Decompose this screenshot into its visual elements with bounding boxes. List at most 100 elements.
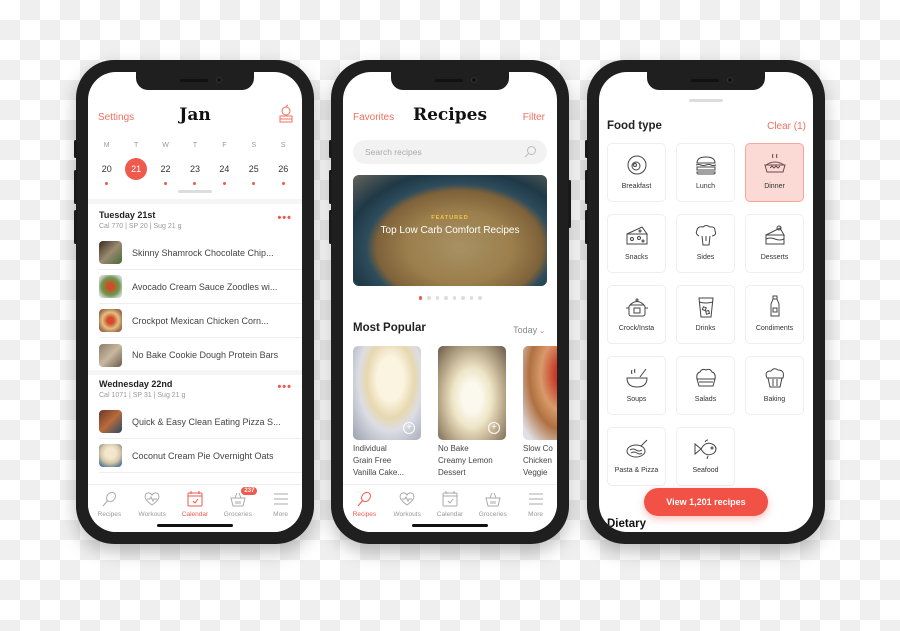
meal-row[interactable]: No Bake Cookie Dough Protein Bars	[99, 338, 302, 372]
food-type-drinks[interactable]: Drinks	[676, 285, 735, 344]
tab-more[interactable]: More	[514, 485, 557, 532]
calendar-header: Settings Jan	[88, 102, 302, 132]
carousel-dot[interactable]	[435, 296, 439, 300]
recipe-card[interactable]: Slow Co Chicken Veggie	[523, 346, 557, 479]
food-type-crock-insta[interactable]: Crock/Insta	[607, 285, 666, 344]
tab-label: Calendar	[436, 511, 464, 518]
date-cell-selected[interactable]: 21	[121, 158, 150, 182]
carousel-dot-active[interactable]	[418, 296, 422, 300]
food-type-baking[interactable]: Baking	[745, 356, 804, 415]
menu-icon	[273, 493, 288, 505]
period-select[interactable]: Today ⌄	[513, 325, 545, 335]
featured-banner[interactable]: FEATURED Top Low Carb Comfort Recipes	[353, 175, 547, 286]
phone-filter: Food type Clear (1) Breakfast Lunch Dinner…	[585, 60, 825, 544]
food-type-label: Crock/Insta	[618, 325, 655, 332]
search-input[interactable]: Search recipes	[353, 140, 547, 164]
volume-down-button	[585, 210, 588, 244]
food-type-pasta-pizza[interactable]: Pasta & Pizza	[607, 427, 666, 486]
tab-label: More	[273, 511, 288, 518]
meal-row[interactable]: Coconut Cream Pie Overnight Oats	[99, 439, 302, 473]
mute-switch	[74, 140, 77, 158]
tab-recipes[interactable]: Recipes	[88, 485, 131, 532]
food-type-label: Snacks	[625, 254, 648, 261]
food-type-salads[interactable]: Salads	[676, 356, 735, 415]
has-meals-dot	[281, 182, 285, 185]
food-type-label: Pasta & Pizza	[614, 467, 659, 474]
recipe-card[interactable]: + Individual Grain Free Vanilla Cake...	[353, 346, 421, 479]
broccoli-icon	[695, 225, 716, 246]
recipe-caption: Individual Grain Free Vanilla Cake...	[353, 444, 404, 477]
home-indicator[interactable]	[412, 524, 488, 527]
food-type-dinner[interactable]: Dinner	[745, 143, 804, 202]
section-title: Most Popular	[353, 322, 426, 334]
date-cell[interactable]: 26	[269, 158, 298, 185]
tab-label: Workouts	[138, 511, 166, 518]
search-placeholder: Search recipes	[365, 147, 422, 157]
recipe-thumbnail	[99, 309, 122, 332]
tab-recipes[interactable]: Recipes	[343, 485, 386, 532]
filter-link[interactable]: Filter	[523, 112, 545, 123]
food-type-soups[interactable]: Soups	[607, 356, 666, 415]
pot-icon	[625, 298, 648, 317]
month-title: Jan	[179, 105, 211, 125]
carousel-pagination[interactable]	[343, 296, 557, 300]
date-cell[interactable]: 20	[92, 158, 121, 185]
meal-row[interactable]: Skinny Shamrock Chocolate Chip...	[99, 236, 302, 270]
carousel-dot[interactable]	[444, 296, 448, 300]
food-type-label: Drinks	[695, 325, 716, 332]
carousel-dot[interactable]	[452, 296, 456, 300]
meal-row[interactable]: Quick & Easy Clean Eating Pizza S...	[99, 405, 302, 439]
food-type-desserts[interactable]: Desserts	[745, 214, 804, 273]
section-divider	[88, 199, 302, 204]
meal-name: Quick & Easy Clean Eating Pizza S...	[132, 416, 281, 427]
filter-screen: Food type Clear (1) Breakfast Lunch Dinner…	[599, 72, 813, 532]
meal-name: Crockpot Mexican Chicken Corn...	[132, 315, 269, 326]
add-recipe-icon[interactable]: +	[403, 422, 415, 434]
day-header: Tuesday 21st Cal 770 | SP 20 | Sug 21 g …	[99, 210, 292, 230]
carousel-dot[interactable]	[478, 296, 482, 300]
home-indicator[interactable]	[157, 524, 233, 527]
heart-pulse-icon	[144, 492, 160, 506]
tab-more[interactable]: More	[259, 485, 302, 532]
apple-books-icon[interactable]	[278, 104, 294, 127]
has-meals-dot	[105, 182, 109, 185]
tab-label: Recipes	[352, 511, 377, 518]
pasta-icon	[626, 439, 647, 458]
food-type-label: Condiments	[755, 325, 794, 332]
search-icon[interactable]	[524, 145, 537, 158]
weekday-label: F	[222, 142, 227, 149]
day-more-button[interactable]: •••	[277, 381, 292, 393]
sheet-drag-handle[interactable]	[689, 99, 723, 102]
meal-name: No Bake Cookie Dough Protein Bars	[132, 350, 279, 360]
date-cell[interactable]: 25	[239, 158, 268, 185]
calendar-drag-handle[interactable]	[178, 190, 212, 193]
recipe-card[interactable]: + No Bake Creamy Lemon Dessert	[438, 346, 506, 479]
phone-recipes: Favorites Recipes Filter Search recipes …	[329, 60, 571, 544]
food-type-condiments[interactable]: Condiments	[745, 285, 804, 344]
day-more-button[interactable]: •••	[277, 212, 292, 224]
carousel-dot[interactable]	[427, 296, 431, 300]
view-recipes-button[interactable]: View 1,201 recipes	[644, 488, 768, 516]
cake-slice-icon	[765, 225, 785, 245]
menu-icon	[528, 493, 543, 505]
meal-row[interactable]: Avocado Cream Sauce Zoodles wi...	[99, 270, 302, 304]
date-cell[interactable]: 22	[151, 158, 180, 185]
food-type-lunch[interactable]: Lunch	[676, 143, 735, 202]
carousel-dot[interactable]	[469, 296, 473, 300]
has-meals-dot	[193, 182, 197, 185]
meal-row[interactable]: Crockpot Mexican Chicken Corn...	[99, 304, 302, 338]
weekday-row: M T W T F S S	[92, 142, 298, 149]
food-type-seafood[interactable]: Seafood	[676, 427, 735, 486]
food-type-sides[interactable]: Sides	[676, 214, 735, 273]
add-recipe-icon[interactable]: +	[488, 422, 500, 434]
food-type-snacks[interactable]: Snacks	[607, 214, 666, 273]
date-cell[interactable]: 24	[210, 158, 239, 185]
volume-up-button	[74, 170, 77, 204]
clear-filters-link[interactable]: Clear (1)	[767, 121, 806, 132]
food-type-breakfast[interactable]: Breakfast	[607, 143, 666, 202]
date-cell[interactable]: 23	[180, 158, 209, 185]
carousel-dot[interactable]	[461, 296, 465, 300]
food-type-label: Lunch	[695, 183, 716, 190]
section-divider	[88, 370, 302, 375]
salad-icon	[695, 368, 716, 387]
